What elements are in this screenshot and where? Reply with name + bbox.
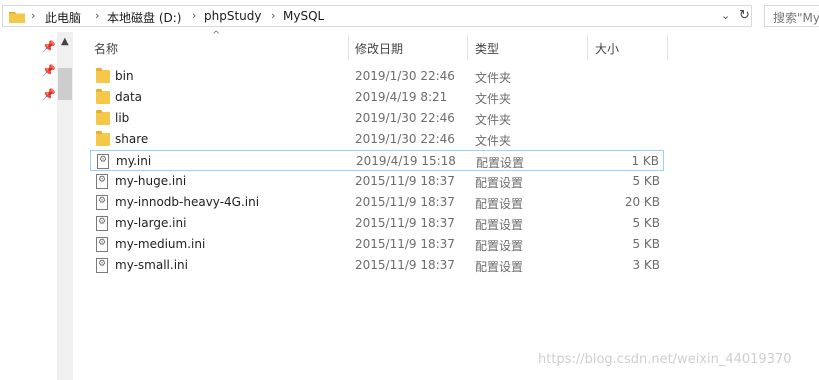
file-type: 配置设置 [475, 239, 524, 253]
chevron-right-icon[interactable]: › [271, 9, 275, 22]
file-row-my-huge-ini[interactable]: my-huge.ini 2015/11/9 18:37 配置设置 5 KB [90, 171, 664, 192]
file-type: 文件夹 [475, 92, 512, 106]
config-file-icon [97, 154, 109, 169]
file-name: my-medium.ini [115, 237, 206, 251]
search-input[interactable]: 搜索"MySQL" [764, 5, 819, 27]
column-header-size-label: 大小 [595, 42, 620, 56]
address-bar[interactable]: › 此电脑 › 本地磁盘 (D:) › phpStudy › MySQL ⌄ ↻ [2, 5, 752, 27]
file-row-data[interactable]: data 2019/4/19 8:21 文件夹 [90, 87, 664, 108]
column-header-size[interactable]: 大小 [588, 32, 666, 62]
file-type: 配置设置 [475, 218, 524, 232]
file-date: 2015/11/9 18:37 [355, 216, 455, 230]
file-row-my-medium-ini[interactable]: my-medium.ini 2015/11/9 18:37 配置设置 5 KB [90, 234, 664, 255]
file-type: 配置设置 [475, 176, 524, 190]
file-size: 5 KB [632, 174, 660, 188]
watermark-text: https://blog.csdn.net/weixin_44019370 [538, 352, 792, 367]
column-header-type[interactable]: 类型 [468, 32, 586, 62]
file-size: 1 KB [631, 154, 659, 168]
chevron-right-icon[interactable]: › [31, 9, 35, 22]
chevron-right-icon[interactable]: › [192, 9, 196, 22]
config-file-icon [96, 195, 108, 210]
file-date: 2019/1/30 22:46 [355, 132, 455, 146]
file-name: my-innodb-heavy-4G.ini [115, 195, 260, 209]
navigation-pane: 📌 📌 📌 [0, 32, 58, 380]
breadcrumb-phpstudy[interactable]: phpStudy [204, 9, 262, 23]
folder-icon [96, 131, 110, 146]
file-name: my-large.ini [115, 216, 187, 230]
folder-icon [9, 10, 25, 23]
breadcrumb-drive-d[interactable]: 本地磁盘 (D:) [107, 9, 181, 26]
column-header-date-label: 修改日期 [355, 42, 404, 56]
column-header-date[interactable]: 修改日期 [349, 32, 467, 62]
chevron-down-icon[interactable]: ⌄ [721, 9, 730, 22]
file-row-share[interactable]: share 2019/1/30 22:46 文件夹 [90, 129, 664, 150]
file-size: 5 KB [632, 237, 660, 251]
pin-icon[interactable]: 📌 [42, 88, 56, 101]
config-file-icon [96, 258, 108, 273]
file-type: 配置设置 [475, 197, 524, 211]
file-name: lib [115, 111, 130, 125]
file-row-bin[interactable]: bin 2019/1/30 22:46 文件夹 [90, 66, 664, 87]
file-row-my-innodb-heavy-4g-ini[interactable]: my-innodb-heavy-4G.ini 2015/11/9 18:37 配… [90, 192, 664, 213]
column-header-name[interactable]: 名称 [90, 32, 348, 62]
file-name: share [115, 132, 149, 146]
column-header-type-label: 类型 [475, 42, 500, 56]
file-row-lib[interactable]: lib 2019/1/30 22:46 文件夹 [90, 108, 664, 129]
column-header-name-label: 名称 [94, 42, 119, 56]
config-file-icon [96, 174, 108, 189]
file-size: 20 KB [624, 195, 660, 209]
pin-icon[interactable]: 📌 [42, 40, 56, 53]
breadcrumb-mysql[interactable]: MySQL [283, 9, 324, 23]
chevron-up-icon[interactable]: ▲ [61, 36, 69, 47]
file-date: 2019/4/19 8:21 [355, 90, 448, 104]
config-file-icon [96, 216, 108, 231]
file-name: my-small.ini [115, 258, 188, 272]
chevron-right-icon[interactable]: › [95, 9, 99, 22]
folder-icon [96, 110, 110, 125]
folder-icon [96, 89, 110, 104]
file-type: 配置设置 [475, 260, 524, 274]
file-date: 2015/11/9 18:37 [355, 195, 455, 209]
file-size: 3 KB [632, 258, 660, 272]
file-type: 文件夹 [475, 113, 512, 127]
file-type: 文件夹 [475, 71, 512, 85]
file-row-my-ini[interactable]: my.ini 2019/4/19 15:18 配置设置 1 KB [90, 150, 664, 171]
folder-icon [96, 68, 110, 83]
file-date: 2019/1/30 22:46 [355, 69, 455, 83]
pin-icon[interactable]: 📌 [42, 64, 56, 77]
file-date: 2015/11/9 18:37 [355, 174, 455, 188]
file-name: my.ini [116, 154, 152, 168]
config-file-icon [96, 237, 108, 252]
file-row-my-small-ini[interactable]: my-small.ini 2015/11/9 18:37 配置设置 3 KB [90, 255, 664, 276]
scrollbar-thumb[interactable] [58, 68, 72, 100]
file-name: my-huge.ini [115, 174, 187, 188]
file-date: 2019/4/19 15:18 [356, 154, 456, 168]
breadcrumb-this-pc[interactable]: 此电脑 [45, 9, 81, 26]
file-type: 配置设置 [476, 156, 525, 170]
file-name: bin [115, 69, 134, 83]
address-bar-row: › 此电脑 › 本地磁盘 (D:) › phpStudy › MySQL ⌄ ↻… [0, 0, 819, 32]
file-type: 文件夹 [475, 134, 512, 148]
file-date: 2015/11/9 18:37 [355, 258, 455, 272]
file-date: 2015/11/9 18:37 [355, 237, 455, 251]
refresh-icon[interactable]: ↻ [739, 8, 750, 23]
file-row-my-large-ini[interactable]: my-large.ini 2015/11/9 18:37 配置设置 5 KB [90, 213, 664, 234]
search-placeholder: 搜索"MySQL" [773, 11, 819, 25]
file-name: data [115, 90, 143, 104]
file-size: 5 KB [632, 216, 660, 230]
column-divider[interactable] [667, 34, 668, 60]
file-date: 2019/1/30 22:46 [355, 111, 455, 125]
